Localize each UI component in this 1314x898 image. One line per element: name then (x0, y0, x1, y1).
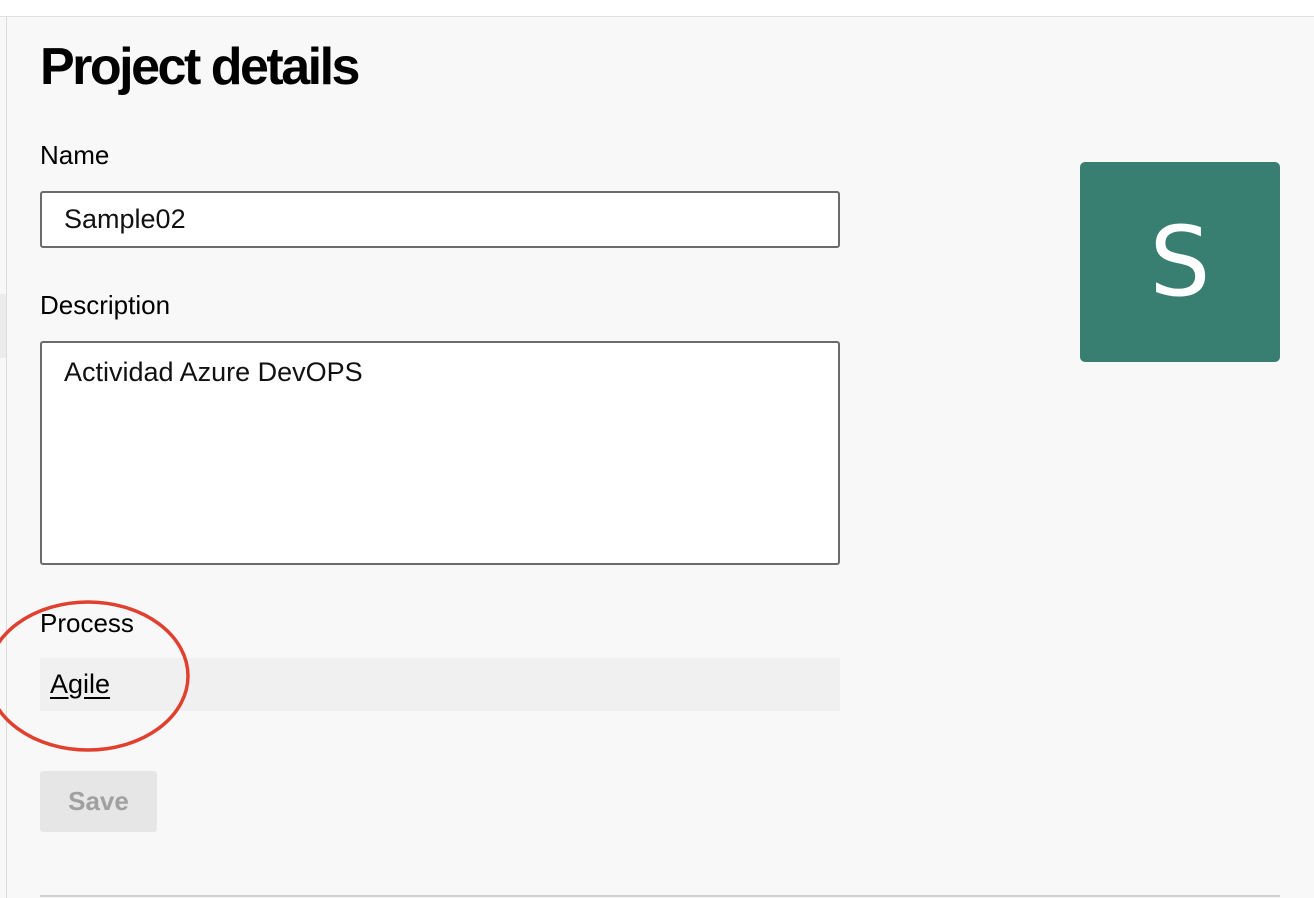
left-rail-divider (6, 17, 7, 898)
bottom-divider (40, 895, 1280, 897)
top-bar (0, 0, 1314, 17)
save-button[interactable]: Save (40, 771, 157, 832)
process-link[interactable]: Agile (50, 668, 110, 700)
name-input[interactable] (40, 191, 840, 248)
left-rail-highlight (0, 294, 6, 358)
project-avatar[interactable]: S (1080, 162, 1280, 362)
name-label: Name (40, 140, 110, 170)
page-title: Project details (40, 38, 360, 96)
process-label: Process (40, 608, 134, 638)
description-label: Description (40, 290, 171, 320)
description-input[interactable]: Actividad Azure DevOPS (40, 341, 840, 565)
process-field: Agile (40, 658, 840, 711)
avatar-initial: S (1149, 206, 1211, 318)
